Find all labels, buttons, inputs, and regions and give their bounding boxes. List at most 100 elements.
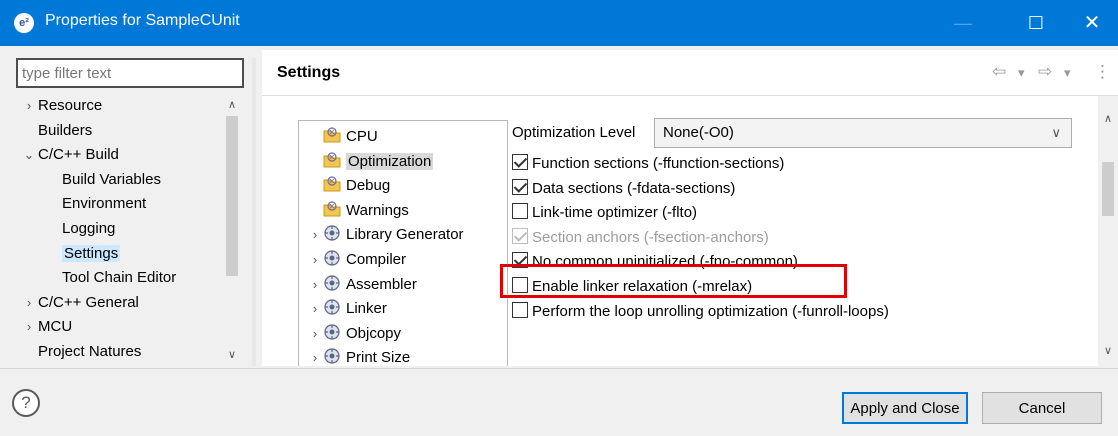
tree-item-label: Environment xyxy=(62,195,147,213)
tool-tree-item-label: Assembler xyxy=(346,275,417,293)
scroll-thumb[interactable] xyxy=(1102,162,1114,216)
tree-item[interactable]: ⌄ C/C++ Build xyxy=(20,143,119,167)
forward-arrow-icon[interactable]: ⇨ xyxy=(1038,62,1052,82)
optimization-level-select[interactable]: None(-O0) ∨ xyxy=(654,118,1072,148)
scroll-down-arrow-icon[interactable]: ∨ xyxy=(1098,342,1118,360)
chevron-right-icon[interactable]: › xyxy=(307,273,323,297)
tool-tree-item-label: Debug xyxy=(346,177,391,195)
pane-splitter[interactable] xyxy=(252,58,256,366)
tree-item[interactable]: Builders xyxy=(20,119,92,143)
tool-tree-item-label: CPU xyxy=(346,128,378,145)
optimization-level-label: Optimization Level xyxy=(512,124,636,141)
tree-item[interactable]: Settings xyxy=(44,242,121,266)
tool-tree-item[interactable]: Optimization xyxy=(323,150,434,174)
chevron-right-icon[interactable]: › xyxy=(307,248,323,272)
chevron-right-icon[interactable]: › xyxy=(20,315,38,339)
checkbox-unchecked[interactable] xyxy=(512,301,528,318)
option-checkbox-row[interactable]: Data sections (-fdata-sections) xyxy=(512,177,735,201)
chevron-right-icon[interactable]: › xyxy=(307,297,323,321)
tree-item[interactable]: Tool Chain Editor xyxy=(44,266,176,290)
option-label: Perform the loop unrolling optimization … xyxy=(532,302,889,320)
back-arrow-icon[interactable]: ⇦ xyxy=(992,62,1006,82)
tree-item[interactable]: Build Variables xyxy=(44,168,161,192)
tree-item[interactable]: › Resource xyxy=(20,94,102,118)
chevron-right-icon[interactable]: › xyxy=(307,223,323,247)
chevron-down-icon: ∨ xyxy=(1051,125,1061,140)
tool-tree-item[interactable]: Debug xyxy=(323,174,390,198)
tree-item-label: Build Variables xyxy=(62,170,161,188)
chevron-right-icon[interactable]: › xyxy=(307,346,323,366)
tree-item-label: MCU xyxy=(38,318,73,336)
tool-gear-icon xyxy=(323,298,341,316)
left-scrollbar[interactable]: ∧ ∨ xyxy=(222,94,242,366)
tool-tree-item[interactable]: › Assembler xyxy=(307,273,417,297)
tool-tree-item-label: Optimization xyxy=(346,152,434,170)
property-tree: › Resource Builders ⌄ C/C++ Build Build Varia… xyxy=(14,94,242,366)
view-menu-icon[interactable]: ⋮ xyxy=(1094,62,1111,82)
option-checkbox-row[interactable]: Perform the loop unrolling optimization … xyxy=(512,300,889,324)
minimize-button[interactable]: — xyxy=(935,0,991,46)
tool-tree-item[interactable]: › Compiler xyxy=(307,248,406,272)
tree-item[interactable]: › C/C++ General xyxy=(20,291,139,315)
chevron-right-icon[interactable]: › xyxy=(307,322,323,346)
tool-tree-item[interactable]: › Objcopy xyxy=(307,322,401,346)
tree-item-label: Settings xyxy=(62,244,121,262)
tree-item[interactable]: Logging xyxy=(44,217,115,241)
help-icon[interactable]: ? xyxy=(12,389,40,417)
scroll-thumb[interactable] xyxy=(226,116,238,276)
maximize-button[interactable]: ☐ xyxy=(1008,0,1064,46)
tree-item-label: Tool Chain Editor xyxy=(62,269,177,287)
scroll-up-arrow-icon[interactable]: ∧ xyxy=(1098,110,1118,128)
cancel-button[interactable]: Cancel xyxy=(982,392,1102,424)
tool-gear-icon xyxy=(323,224,341,242)
settings-folder-icon xyxy=(323,175,341,193)
tree-item[interactable]: Project Natures xyxy=(20,340,141,364)
checkbox-unchecked[interactable] xyxy=(512,203,528,220)
tool-tree-item-label: Compiler xyxy=(346,251,407,268)
option-label: Link-time optimizer (-flto) xyxy=(532,204,698,222)
optimization-level-value: None(-O0) xyxy=(663,124,734,141)
option-label: Section anchors (-fsection-anchors) xyxy=(532,228,769,246)
option-label: Function sections (-ffunction-sections) xyxy=(532,155,785,172)
chevron-right-icon[interactable]: › xyxy=(20,94,38,118)
tree-item-label: C/C++ General xyxy=(38,293,139,311)
tool-tree-item[interactable]: › Print Size xyxy=(307,346,410,366)
chevron-down-icon[interactable]: ⌄ xyxy=(20,143,38,167)
back-menu-icon[interactable]: ▾ xyxy=(1018,65,1025,81)
tree-item[interactable]: Environment xyxy=(44,192,146,216)
checkbox-checked xyxy=(512,227,528,244)
settings-header: Settings ⇦ ▾ ⇨ ▾ ⋮ xyxy=(262,50,1118,96)
filter-input[interactable] xyxy=(16,58,244,88)
checkbox-checked[interactable] xyxy=(512,178,528,195)
window-title: Properties for SampleCUnit xyxy=(45,12,240,29)
close-button[interactable]: ✕ xyxy=(1064,0,1118,46)
option-checkbox-row[interactable]: Function sections (-ffunction-sections) xyxy=(512,152,784,176)
highlight-box xyxy=(500,264,847,298)
tool-gear-icon xyxy=(323,249,341,267)
tool-gear-icon xyxy=(323,323,341,341)
app-icon: e² xyxy=(14,13,34,33)
option-label: Data sections (-fdata-sections) xyxy=(532,179,736,197)
apply-and-close-button[interactable]: Apply and Close xyxy=(842,392,968,424)
tool-tree-item[interactable]: CPU xyxy=(323,125,378,149)
scroll-down-arrow-icon[interactable]: ∨ xyxy=(222,346,242,364)
tool-tree-item-label: Print Size xyxy=(346,349,411,366)
tool-tree-item[interactable]: Warnings xyxy=(323,199,409,223)
checkbox-checked[interactable] xyxy=(512,154,528,170)
option-checkbox-row[interactable]: Link-time optimizer (-flto) xyxy=(512,201,697,225)
tool-tree-item[interactable]: › Library Generator xyxy=(307,223,464,247)
tool-tree-item-label: Linker xyxy=(346,300,387,318)
settings-panel: CPU Optimization Debug Warnings › Library Gen… xyxy=(262,96,1118,366)
tool-tree-item-label: Warnings xyxy=(346,201,409,219)
tool-gear-icon xyxy=(323,347,341,365)
tool-tree-item-label: Objcopy xyxy=(346,324,402,342)
tool-tree-item[interactable]: › Linker xyxy=(307,297,387,321)
scroll-up-arrow-icon[interactable]: ∧ xyxy=(222,96,242,114)
title-bar: e² Properties for SampleCUnit — ☐ ✕ xyxy=(0,0,1118,46)
right-scrollbar[interactable]: ∧ ∨ xyxy=(1098,96,1118,366)
chevron-right-icon[interactable]: › xyxy=(20,291,38,315)
forward-menu-icon[interactable]: ▾ xyxy=(1064,65,1071,81)
tree-item-label: Project Natures xyxy=(38,343,142,360)
tree-item-label: C/C++ Build xyxy=(38,146,119,164)
tree-item[interactable]: › MCU xyxy=(20,315,72,339)
